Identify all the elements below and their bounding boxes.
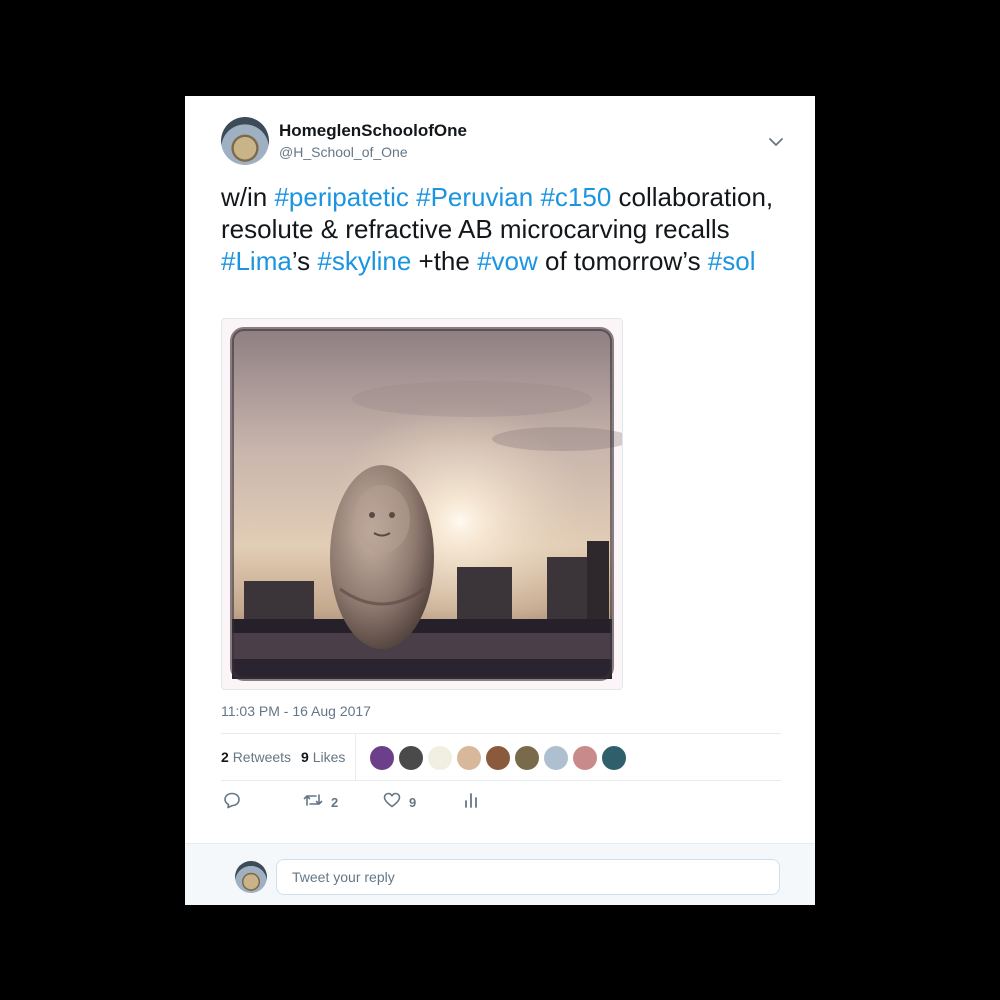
retweet-icon (303, 791, 323, 814)
hashtag-link[interactable]: #vow (477, 246, 538, 276)
liker-avatar-4[interactable] (456, 745, 482, 771)
likes-label: Likes (312, 749, 346, 765)
liker-avatar-6[interactable] (514, 745, 540, 771)
like-count: 9 (409, 794, 417, 810)
chevron-down-icon[interactable] (767, 133, 785, 151)
liker-avatar-9[interactable] (601, 745, 627, 771)
retweets-stat[interactable]: 2 Retweets (221, 749, 291, 765)
stats-divider (355, 734, 356, 780)
author-avatar[interactable] (221, 117, 269, 165)
retweets-count: 2 (221, 749, 229, 765)
reply-button[interactable] (223, 791, 241, 813)
tweet-text-segment: +the (411, 246, 478, 276)
liker-avatar-3[interactable] (427, 745, 453, 771)
liker-avatar-7[interactable] (543, 745, 569, 771)
hashtag-link[interactable]: #skyline (317, 246, 411, 276)
retweet-button[interactable]: 2 (303, 791, 338, 813)
liker-avatar-2[interactable] (398, 745, 424, 771)
hashtag-link[interactable]: #c150 (540, 182, 611, 212)
author-display-name[interactable]: HomeglenSchoolofOne (279, 121, 467, 141)
heart-icon (383, 791, 401, 814)
reply-input[interactable] (276, 859, 780, 895)
tweet-card: HomeglenSchoolofOne @H_School_of_One w/i… (185, 96, 815, 905)
analytics-button[interactable] (463, 791, 479, 813)
liker-avatar-5[interactable] (485, 745, 511, 771)
tweet-text-segment: of tomorrow’s (537, 246, 708, 276)
like-button[interactable]: 9 (383, 791, 416, 813)
liker-avatar-1[interactable] (369, 745, 395, 771)
retweet-count: 2 (331, 794, 339, 810)
likes-stat[interactable]: 9 Likes (301, 749, 345, 765)
hashtag-link[interactable]: #Lima (221, 246, 292, 276)
tweet-header: HomeglenSchoolofOne @H_School_of_One (221, 117, 783, 167)
hashtag-link[interactable]: #Peruvian (416, 182, 533, 212)
reply-icon (223, 791, 241, 814)
tweet-text: w/in #peripatetic #Peruvian #c150 collab… (221, 181, 781, 277)
tweet-stats: 2 Retweets 9 Likes (221, 733, 781, 781)
tweet-timestamp[interactable]: 11:03 PM - 16 Aug 2017 (221, 703, 371, 719)
current-user-avatar[interactable] (235, 861, 267, 893)
tweet-text-segment: ’s (291, 246, 318, 276)
hashtag-link[interactable]: #sol (708, 246, 756, 276)
likes-count: 9 (301, 749, 309, 765)
tweet-text-segment: w/in (221, 182, 275, 212)
author-handle[interactable]: @H_School_of_One (279, 144, 408, 160)
liker-avatar-8[interactable] (572, 745, 598, 771)
analytics-bar-icon (463, 791, 479, 814)
retweets-label: Retweets (232, 749, 292, 765)
tweet-actions: 2 9 (221, 791, 781, 821)
tweet-photo[interactable] (221, 318, 623, 690)
reply-bar (185, 843, 815, 905)
hashtag-link[interactable]: #peripatetic (274, 182, 408, 212)
